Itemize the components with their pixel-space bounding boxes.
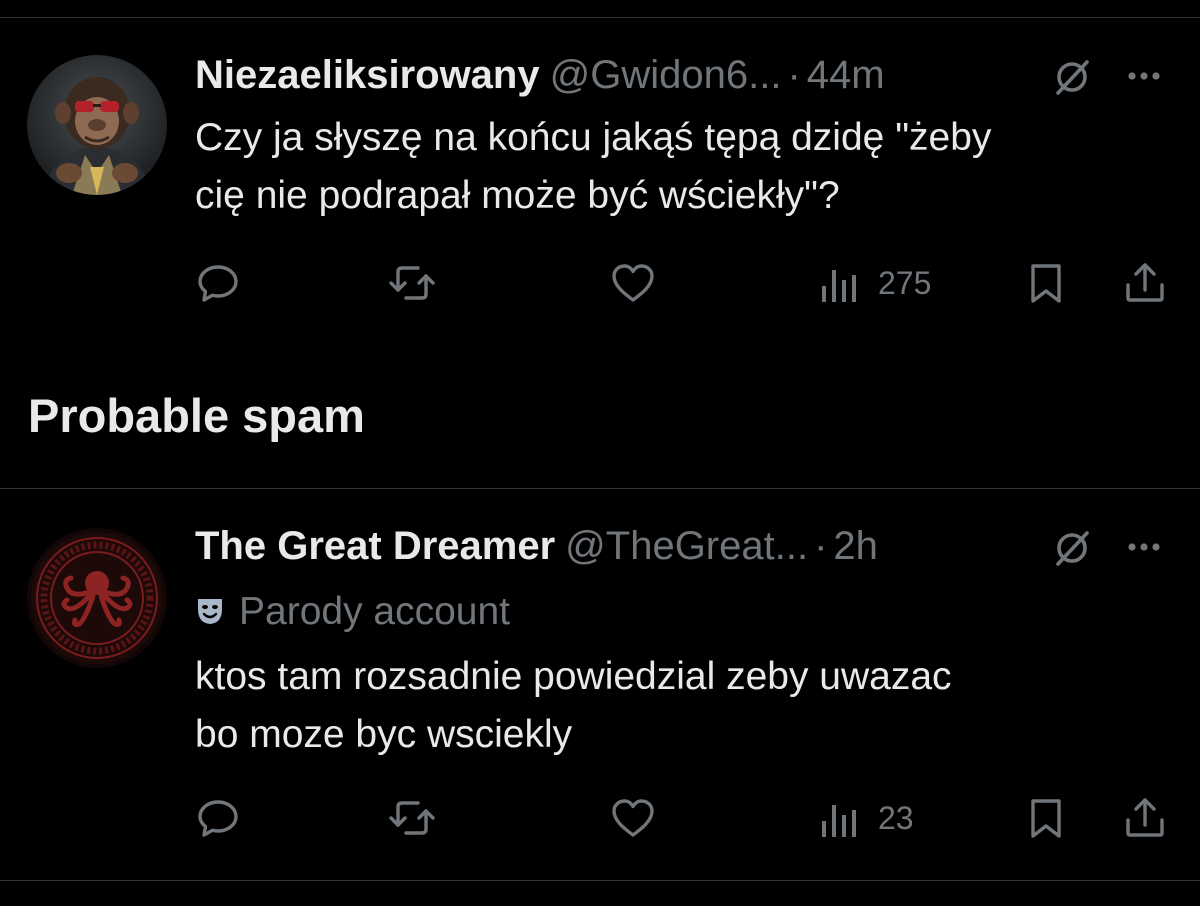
bookmark-button[interactable] [1026,795,1066,843]
repost-icon [389,266,435,300]
like-button[interactable] [609,795,657,843]
display-name[interactable]: Niezaeliksirowany [195,53,540,97]
bookmark-button[interactable] [1026,260,1066,308]
post-2[interactable]: The Great Dreamer @TheGreat... · 2h Parody … [0,488,1200,880]
views-icon [822,805,856,837]
post-text-line: bo moze byc wsciekly [195,713,573,756]
grok-icon[interactable] [1052,528,1092,568]
user-handle[interactable]: @TheGreat... [565,524,808,568]
post-time[interactable]: 2h [833,524,878,568]
parody-badge: Parody account [195,586,510,638]
reply-icon [198,265,238,302]
repost-button[interactable] [386,260,438,308]
share-icon [1126,263,1164,302]
post-header: The Great Dreamer @TheGreat... · 2h [195,518,1200,574]
like-button[interactable] [609,260,657,308]
post-text: Czy ja słyszę na końcu jakąś tępą dzidę … [195,109,1175,225]
repost-icon [389,801,435,835]
views-count: 275 [878,265,932,301]
section-title-probable-spam: Probable spam [28,389,365,442]
more-options-icon[interactable] [1124,529,1164,565]
separator-dot: · [787,53,801,97]
octopus-emblem-avatar-icon [27,528,167,668]
display-name[interactable]: The Great Dreamer [195,524,555,568]
post-text-line: cię nie podrapał może być wściekły"? [195,174,840,217]
separator-dot: · [814,524,828,568]
share-button[interactable] [1122,260,1168,308]
post-text-line: ktos tam rozsadnie powiedzial zeby uwaza… [195,655,952,698]
repost-button[interactable] [386,795,438,843]
views-icon [822,270,856,302]
heart-icon [612,264,654,302]
post-text: ktos tam rozsadnie powiedzial zeby uwaza… [195,648,1175,764]
user-handle[interactable]: @Gwidon6... [550,53,782,97]
theater-mask-icon [198,598,222,624]
reply-button[interactable] [195,795,241,843]
post-1[interactable]: Niezaeliksirowany @Gwidon6... · 44m Czy ja … [0,0,1200,360]
grok-icon[interactable] [1052,57,1092,97]
parody-badge-label: Parody account [239,590,511,633]
bookmark-icon [1031,264,1061,303]
reply-button[interactable] [195,260,241,308]
share-button[interactable] [1122,795,1168,843]
action-bar: 23 [0,795,1200,843]
action-bar: 275 [0,260,1200,308]
bookmark-icon [1031,799,1061,838]
share-icon [1126,798,1164,837]
post-time[interactable]: 44m [807,53,885,97]
avatar[interactable] [27,528,167,668]
heart-icon [612,799,654,837]
post-text-line: Czy ja słyszę na końcu jakąś tępą dzidę … [195,116,992,159]
views-count: 23 [878,800,914,836]
more-options-icon[interactable] [1124,58,1164,94]
avatar[interactable] [27,55,167,195]
post-header: Niezaeliksirowany @Gwidon6... · 44m [195,47,1200,103]
bottom-divider [0,880,1200,881]
reply-icon [198,800,238,837]
chimpanzee-avatar-icon [27,55,167,195]
